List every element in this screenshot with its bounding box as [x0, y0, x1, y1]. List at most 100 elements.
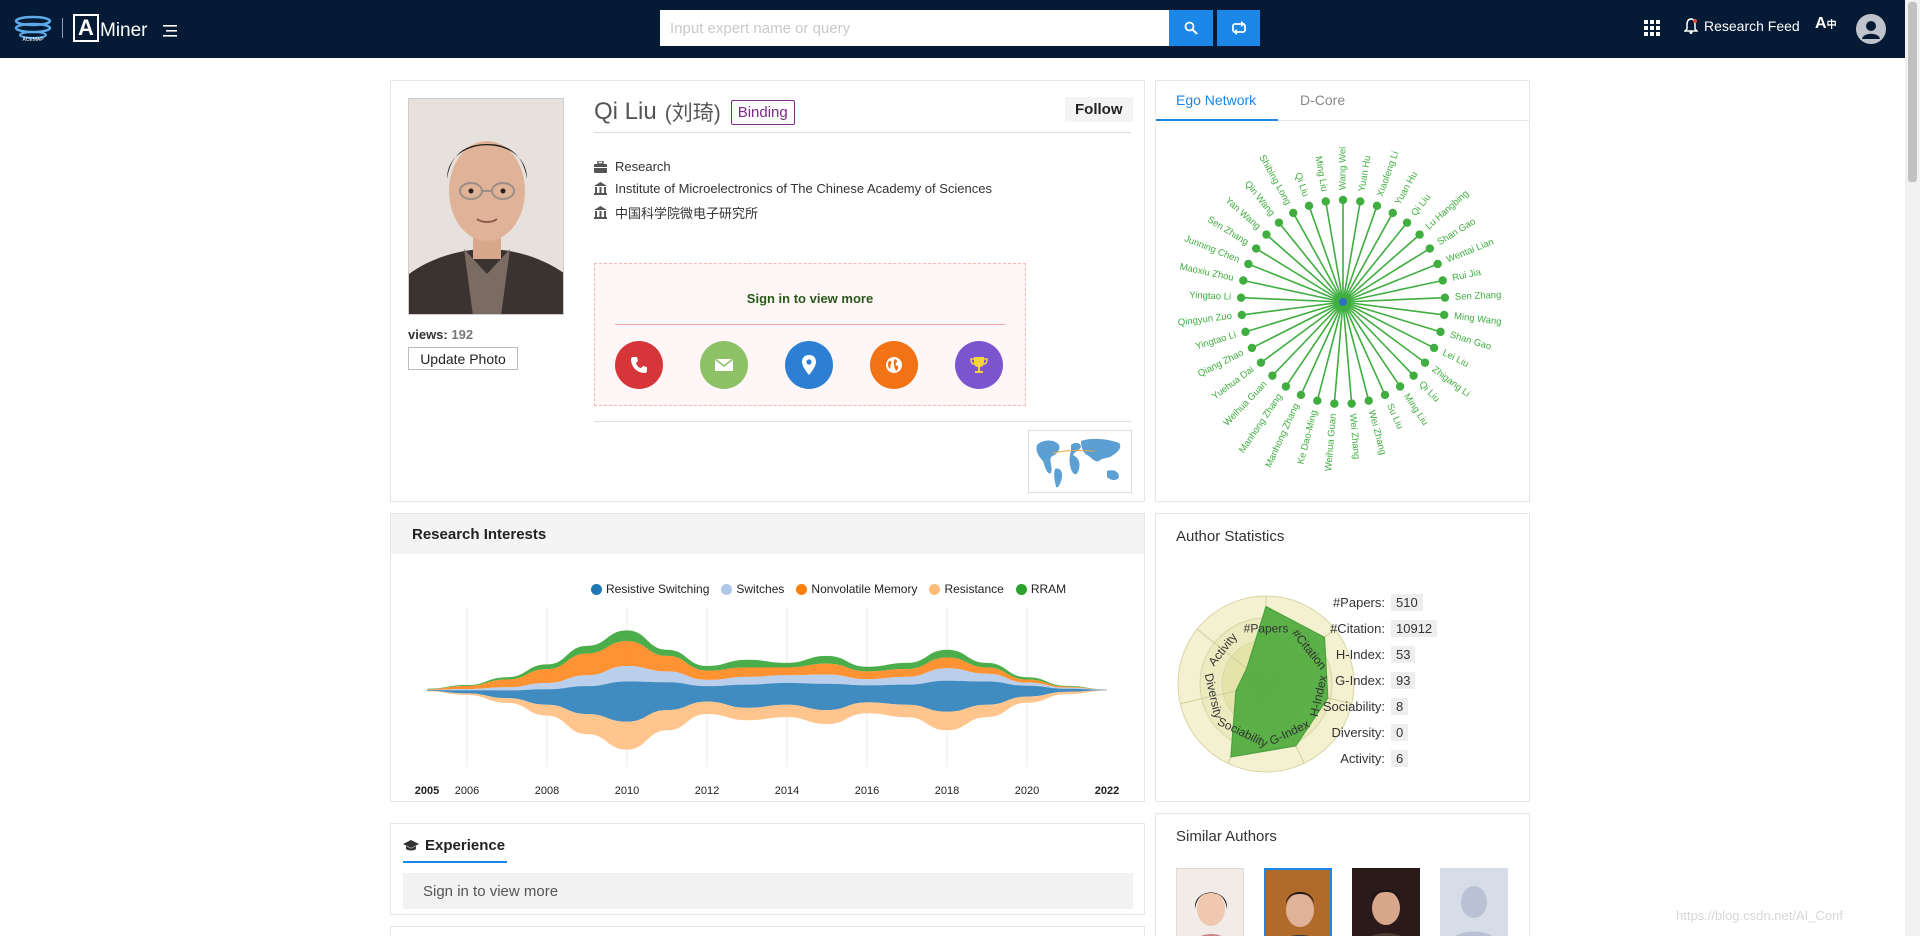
similar-author-avatar[interactable]	[1176, 868, 1244, 936]
ego-node-label[interactable]: Ke Dao-Ming	[1295, 409, 1320, 465]
ego-node-label[interactable]: Shan Gao	[1448, 330, 1492, 353]
ego-node[interactable]	[1356, 197, 1365, 206]
ego-node[interactable]	[1439, 310, 1449, 320]
ego-node[interactable]	[1268, 371, 1277, 380]
ego-node[interactable]	[1415, 230, 1424, 239]
contact-signin-panel: Sign in to view more	[594, 263, 1026, 406]
ego-node-label[interactable]: Yuan Hu	[1357, 155, 1374, 193]
ego-node-label[interactable]: Yingtao Li	[1194, 330, 1237, 353]
similar-author-avatar[interactable]	[1264, 868, 1332, 936]
ego-node-label[interactable]: Lei Liu	[1441, 348, 1471, 370]
portrait-image	[409, 99, 563, 314]
apps-grid-icon[interactable]	[1644, 20, 1660, 36]
ego-node-label[interactable]: Su Liu	[1384, 402, 1405, 431]
author-statistics-title: Author Statistics	[1176, 528, 1285, 545]
ego-node[interactable]	[1251, 244, 1261, 253]
aminer-logo-mark: A	[73, 14, 99, 42]
experience-signin-box[interactable]: Sign in to view more	[403, 873, 1133, 909]
follow-button[interactable]: Follow	[1065, 97, 1133, 122]
search-input[interactable]	[660, 10, 1169, 46]
ego-node[interactable]	[1425, 244, 1435, 253]
page-scrollbar-thumb[interactable]	[1908, 2, 1917, 182]
ego-node-label[interactable]: Wang Wei	[1338, 147, 1349, 190]
acemap-logo[interactable]: ACEMAP	[14, 14, 52, 42]
affiliation-cn-row: 中国科学院微电子研究所	[594, 203, 758, 222]
ego-node[interactable]	[1244, 259, 1253, 269]
watermark: https://blog.csdn.net/AI_Conf	[1676, 908, 1843, 923]
ego-node[interactable]	[1313, 396, 1322, 405]
ego-node[interactable]	[1256, 358, 1266, 367]
ego-network-graph[interactable]: Wang Wei Yuan Hu Xiaofeng LiYuan HuQi LiuL…	[1156, 123, 1529, 493]
ego-node[interactable]	[1372, 201, 1382, 211]
location-button[interactable]	[785, 341, 833, 389]
ego-node[interactable]	[1440, 293, 1450, 302]
phone-button[interactable]	[615, 341, 663, 389]
ego-node[interactable]	[1241, 327, 1250, 337]
ego-node[interactable]	[1274, 218, 1284, 227]
ego-node-label[interactable]: Qi Liu	[1417, 379, 1442, 405]
experience-tab[interactable]: Experience	[403, 837, 505, 854]
language-switch-icon[interactable]: A中	[1815, 15, 1837, 37]
search-button[interactable]	[1169, 10, 1213, 46]
ego-node-label[interactable]: Qi Liu	[1409, 192, 1433, 218]
aminer-logo[interactable]: A Miner	[73, 13, 148, 43]
tab-d-core[interactable]: D-Core	[1300, 92, 1345, 108]
ego-node[interactable]	[1409, 371, 1418, 380]
homepage-button[interactable]	[870, 341, 918, 389]
ego-node[interactable]	[1402, 218, 1412, 227]
ego-node[interactable]	[1330, 399, 1339, 408]
ego-node[interactable]	[1436, 327, 1445, 337]
research-feed-link[interactable]: Research Feed	[1684, 18, 1800, 34]
similar-authors-title: Similar Authors	[1176, 828, 1277, 845]
ego-node[interactable]	[1429, 343, 1439, 353]
update-photo-button[interactable]: Update Photo	[408, 347, 518, 370]
ego-node[interactable]	[1281, 382, 1291, 391]
ego-node[interactable]	[1388, 208, 1397, 218]
ego-center-node[interactable]	[1339, 298, 1347, 306]
ego-node-label[interactable]: Rui Jia	[1451, 267, 1482, 284]
similar-author-photo	[1352, 868, 1420, 936]
ego-node-label[interactable]: Ming Liu	[1401, 392, 1430, 428]
ego-node[interactable]	[1380, 390, 1390, 400]
ego-node-label[interactable]: Ming Liu	[1313, 155, 1330, 192]
ego-node-label[interactable]: Maoxiu Zhou	[1179, 261, 1235, 283]
ego-node-label[interactable]: Qingyun Zuo	[1177, 311, 1232, 329]
ego-node[interactable]	[1364, 396, 1373, 405]
world-map-thumbnail[interactable]	[1028, 430, 1132, 493]
ego-node[interactable]	[1304, 201, 1314, 211]
ego-node[interactable]	[1338, 195, 1348, 205]
ego-node-label[interactable]: Wei Zhang	[1347, 413, 1362, 460]
ego-node[interactable]	[1433, 259, 1442, 269]
binding-button[interactable]: Binding	[730, 99, 795, 125]
ego-node[interactable]	[1347, 399, 1356, 408]
profile-card: views: 192 Update Photo Qi Liu (刘琦) Bind…	[390, 80, 1145, 502]
awards-button[interactable]	[955, 341, 1003, 389]
ego-node[interactable]	[1289, 208, 1298, 218]
ego-node-label[interactable]: Weihua Guan	[1323, 413, 1339, 472]
ego-node[interactable]	[1321, 197, 1330, 206]
ego-node[interactable]	[1237, 310, 1247, 320]
ego-node[interactable]	[1262, 230, 1271, 239]
tab-ego-network[interactable]: Ego Network	[1176, 92, 1256, 108]
ego-node-label[interactable]: Ming Wang	[1453, 311, 1502, 328]
ego-node[interactable]	[1247, 343, 1257, 353]
ego-node[interactable]	[1236, 293, 1246, 302]
user-avatar[interactable]	[1856, 14, 1886, 44]
ego-node[interactable]	[1296, 390, 1306, 400]
ego-node[interactable]	[1395, 382, 1405, 391]
ego-node[interactable]	[1420, 358, 1430, 367]
menu-icon[interactable]	[163, 25, 177, 37]
ego-node-label[interactable]: Sen Zhang	[1455, 290, 1502, 303]
ego-node[interactable]	[1438, 276, 1447, 285]
ego-node[interactable]	[1239, 276, 1248, 285]
ego-node-label[interactable]: Yingtao Li	[1189, 290, 1231, 303]
similar-author-avatar-placeholder[interactable]	[1440, 868, 1508, 936]
email-button[interactable]	[700, 341, 748, 389]
similar-author-avatar[interactable]	[1352, 868, 1420, 936]
ego-node-label[interactable]: Wei Zhang	[1366, 409, 1388, 456]
ego-node-label[interactable]: Xiaofeng Li	[1375, 150, 1401, 198]
research-interests-streamgraph[interactable]: 2005 2006 2008 2010 2012 2014 2016 2018 2020 2022	[391, 592, 1144, 802]
signin-prompt[interactable]: Sign in to view more	[595, 291, 1025, 306]
switch-search-button[interactable]	[1217, 10, 1260, 46]
ego-node-label[interactable]: Qi Liu	[1292, 171, 1311, 198]
